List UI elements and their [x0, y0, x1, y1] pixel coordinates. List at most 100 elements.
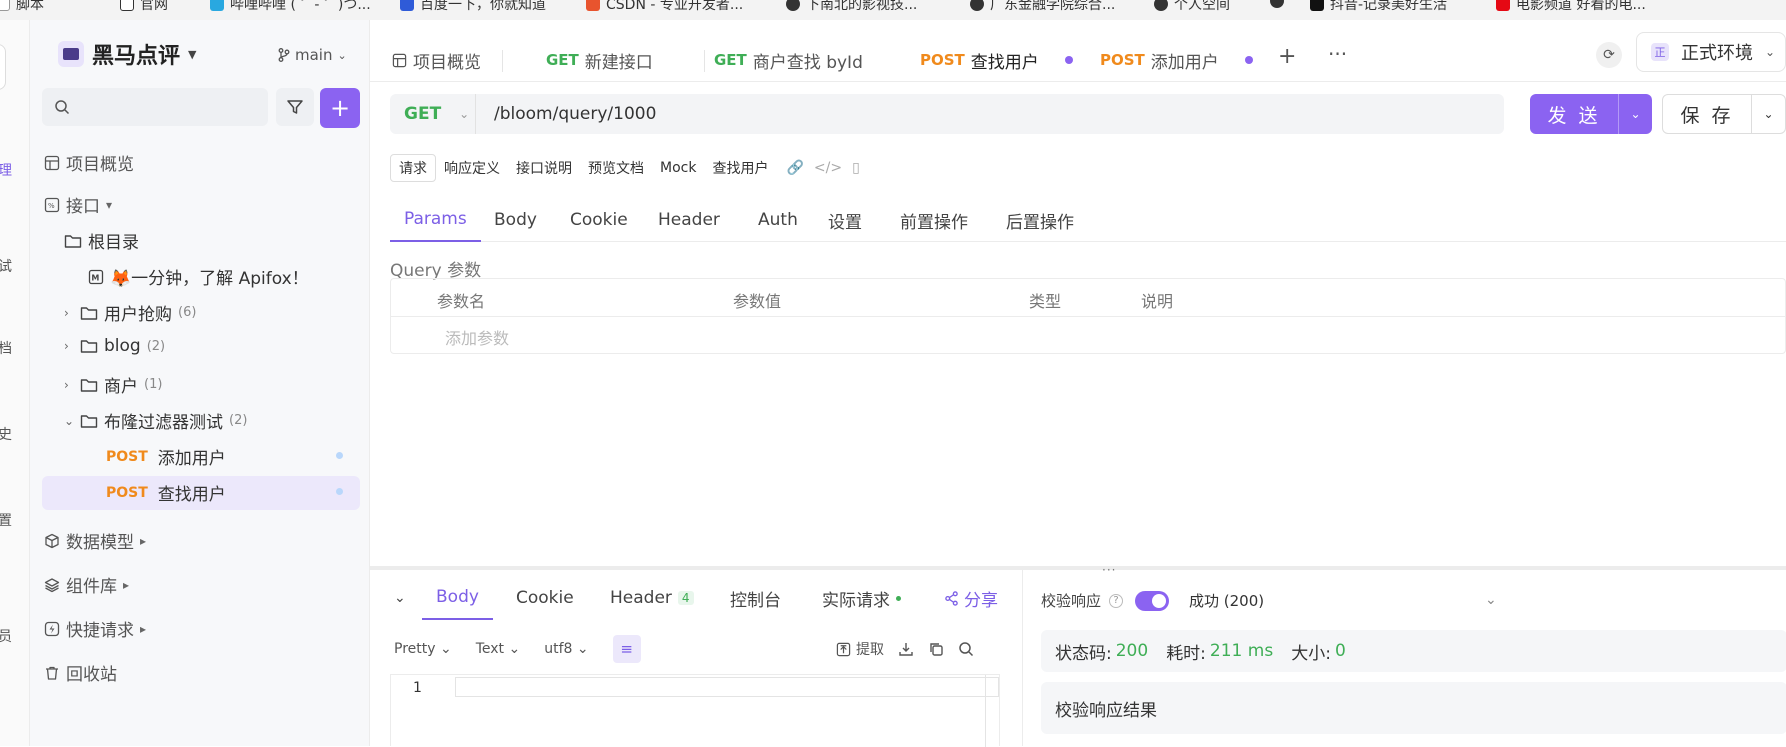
unsaved-dot [1244, 56, 1253, 64]
link-icon[interactable]: 🔗 [786, 160, 803, 176]
sidebar-item-components[interactable]: 组件库 ▸ [44, 572, 133, 597]
tab-params[interactable]: Params [390, 198, 481, 242]
response-tab-body[interactable]: Body [422, 576, 493, 620]
bookmark-item[interactable] [1270, 0, 1284, 8]
rail-button[interactable] [0, 44, 6, 90]
bookmark-item[interactable]: 抖音-记录美好生活 [1310, 0, 1447, 14]
bookmark-item[interactable]: 下南北的影视技... [786, 0, 917, 14]
editor-scrollbar[interactable] [985, 675, 999, 747]
rail-item-history[interactable]: 史 [0, 424, 28, 444]
bookmark-item[interactable]: 哔哩哔哩 ( ゜- ゜)つ... [210, 0, 371, 14]
tree-endpoint-selected[interactable]: POST 查找用户 [106, 480, 366, 505]
chevron-right-icon: › [64, 339, 69, 353]
tab-settings[interactable]: 设置 [828, 198, 862, 242]
response-tab-console[interactable]: 控制台 [730, 576, 781, 620]
subtab-response-def[interactable]: 响应定义 [436, 154, 508, 182]
tree-folder[interactable]: › 商户 (1) [64, 372, 162, 397]
search-input[interactable] [42, 88, 268, 126]
tab-cookie[interactable]: Cookie [570, 198, 628, 242]
tab-new-interface[interactable]: GET 新建接口 [546, 40, 653, 80]
subtab-endpoint-name[interactable]: 查找用户 [704, 154, 776, 182]
add-button[interactable]: + [320, 88, 360, 128]
bookmark-item[interactable]: 官网 [120, 0, 168, 14]
url-input[interactable]: /bloom/query/1000 [494, 104, 656, 124]
tree-endpoint[interactable]: POST 添加用户 [106, 444, 366, 469]
bookmark-item[interactable]: 广东金融学院综合... [970, 0, 1115, 14]
tree-folder-expanded[interactable]: ⌄ 布隆过滤器测试 (2) [64, 408, 247, 433]
sidebar-item-quick-requests[interactable]: 快捷请求 ▸ [44, 616, 150, 641]
help-icon[interactable]: ? [1109, 593, 1124, 608]
save-button[interactable]: 保 存 ⌄ [1662, 94, 1786, 134]
chevron-down-icon[interactable]: ⌄ [1485, 592, 1497, 608]
tab-shop-find[interactable]: GET 商户查找 byId [714, 40, 863, 80]
wrap-lines-icon[interactable]: ≡ [612, 635, 641, 663]
validation-panel: 校验响应 ? 成功 (200) ⌄ 状态码: 200 耗时: 211 ms 大小… [1022, 570, 1786, 746]
response-tools: 提取 [836, 634, 974, 664]
project-switcher[interactable]: 黑马点评 ▼ [58, 38, 196, 70]
subtab-description[interactable]: 接口说明 [508, 154, 580, 182]
filter-button[interactable] [276, 88, 314, 126]
svg-text:M: M [91, 273, 99, 282]
tab-find-user[interactable]: POST 查找用户 [908, 40, 1087, 80]
chevron-down-icon[interactable]: ⌄ [1618, 94, 1652, 134]
subtab-request[interactable]: 请求 [390, 154, 436, 182]
tab-post-ops[interactable]: 后置操作 [1006, 198, 1074, 242]
tab-add-user[interactable]: POST 添加用户 [1100, 40, 1253, 80]
tab-body[interactable]: Body [494, 198, 537, 242]
editor-line[interactable] [455, 677, 999, 697]
rail-item-test[interactable]: 试 [0, 256, 28, 276]
subtab-mock[interactable]: Mock [652, 154, 704, 182]
sidebar-item-trash[interactable]: 回收站 [44, 660, 117, 685]
panel-icon[interactable]: ▯ [852, 160, 860, 176]
chevron-down-icon[interactable]: ⌄ [1751, 94, 1785, 134]
bookmark-item[interactable]: 个人空间 [1154, 0, 1230, 14]
tab-overview[interactable]: 项目概览 [392, 40, 481, 80]
copy-icon[interactable] [928, 641, 944, 657]
refresh-button[interactable]: ⟳ [1596, 42, 1622, 68]
sidebar-item-overview[interactable]: 项目概览 [44, 150, 134, 175]
response-tab-actual-request[interactable]: 实际请求 [822, 576, 901, 620]
caret-down-icon: ▾ [106, 197, 113, 212]
collapse-chevron-icon[interactable]: ⌄ [394, 576, 406, 620]
code-icon[interactable]: </> [814, 160, 842, 176]
send-button[interactable]: 发 送 ⌄ [1530, 94, 1652, 134]
rail-item-members[interactable]: 员 [0, 626, 28, 646]
bookmark-item[interactable]: 脚本 [0, 0, 44, 14]
more-icon[interactable]: ··· [1328, 42, 1347, 66]
share-button[interactable]: 分享 [944, 576, 998, 620]
response-tab-cookie[interactable]: Cookie [516, 576, 574, 620]
rail-item-docs[interactable]: 档 [0, 338, 28, 358]
rail-item-settings[interactable]: 置 [0, 510, 28, 530]
response-body-editor[interactable]: 1 [390, 674, 1000, 747]
new-tab-plus-icon[interactable]: + [1278, 44, 1296, 69]
tab-separator [502, 50, 503, 72]
validate-result-select[interactable]: 成功 (200) [1189, 590, 1264, 611]
validate-toggle[interactable] [1135, 590, 1170, 611]
tab-header[interactable]: Header [658, 198, 720, 242]
encoding-select[interactable]: utf8 ⌄ [544, 641, 588, 657]
tab-auth[interactable]: Auth [758, 198, 798, 242]
extract-button[interactable]: 提取 [836, 639, 884, 659]
subtab-preview-doc[interactable]: 预览文档 [580, 154, 652, 182]
sidebar: 黑马点评 ▼ main ⌄ + 项目概览 % 接口 ▾ 根目录 M 🦊一分钟，了… [30, 20, 370, 746]
bookmark-item[interactable]: 电影频道 好看的电... [1496, 0, 1646, 14]
download-icon[interactable] [898, 641, 914, 657]
bookmark-item[interactable]: CSDN - 专业开发者... [586, 0, 743, 14]
rail-item-manage[interactable]: 理 [0, 160, 28, 180]
format-pretty-select[interactable]: Pretty ⌄ [394, 641, 452, 657]
tree-root[interactable]: 根目录 [64, 228, 139, 253]
sidebar-item-interfaces[interactable]: % 接口 ▾ [44, 192, 116, 217]
add-param-input[interactable]: 添加参数 [445, 325, 509, 349]
tree-folder[interactable]: › blog (2) [64, 336, 165, 356]
method-select[interactable]: GET ⌄ [390, 94, 476, 134]
tab-pre-ops[interactable]: 前置操作 [900, 198, 968, 242]
tree-folder[interactable]: › 用户抢购 (6) [64, 300, 196, 325]
branch-switcher[interactable]: main ⌄ [278, 46, 347, 64]
bookmark-item[interactable]: 百度一下，你就知道 [400, 0, 546, 14]
search-icon[interactable] [958, 641, 974, 657]
sidebar-item-data-models[interactable]: 数据模型 ▸ [44, 528, 150, 553]
tree-intro-doc[interactable]: M 🦊一分钟，了解 Apifox！ [88, 264, 309, 289]
response-tab-header[interactable]: Header 4 [610, 576, 694, 620]
format-text-select[interactable]: Text ⌄ [476, 641, 521, 657]
environment-select[interactable]: 正 正式环境 ⌄ [1636, 32, 1786, 72]
